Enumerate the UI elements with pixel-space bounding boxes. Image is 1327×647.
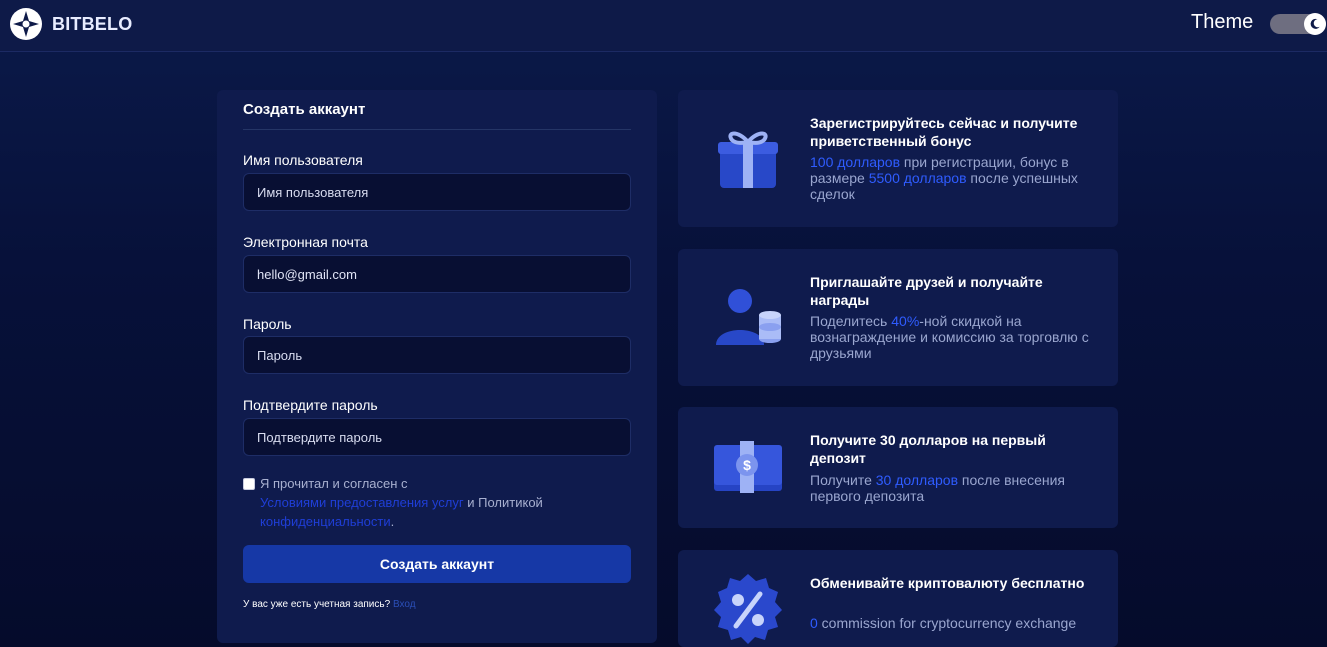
benefit-description: Поделитесь 40%-ной скидкой на вознагражд… — [810, 313, 1090, 361]
password-input[interactable] — [243, 336, 631, 374]
confirm-password-label: Подтвердите пароль — [243, 397, 378, 413]
theme-label: Theme — [1191, 11, 1254, 33]
signup-form: Создать аккаунт Имя пользователя Электро… — [217, 90, 657, 643]
terms-middle: и Политикой — [467, 495, 543, 510]
benefit-description: Получите 30 долларов после внесения перв… — [810, 472, 1090, 504]
benefit-card-free-exchange: Обменивайте криптовалюту бесплатно 0 com… — [678, 550, 1118, 647]
benefit-card-welcome-bonus: Зарегистрируйтесь сейчас и получите прив… — [678, 90, 1118, 227]
terms-of-service-link[interactable]: Условиями предоставления услуг — [260, 495, 464, 510]
money-stack-icon: $ — [714, 441, 782, 493]
user-coins-icon — [716, 289, 781, 345]
brand-name: BITBELO — [52, 13, 133, 34]
benefit-title: Приглашайте друзей и получайте награды — [810, 274, 1043, 308]
top-bar: BITBELO Theme — [0, 0, 1327, 52]
bitbelo-logo-icon — [10, 8, 42, 40]
highlight-text: 30 долларов — [875, 472, 959, 488]
benefit-description: 0 commission for cryptocurrency exchange — [810, 615, 1090, 631]
percent-badge-icon — [714, 574, 782, 644]
username-input[interactable] — [243, 173, 631, 211]
desc-text: commission for cryptocurrency exchange — [817, 615, 1077, 631]
create-account-button[interactable]: Создать аккаунт — [243, 545, 631, 583]
confirm-password-input[interactable] — [243, 418, 631, 456]
email-input[interactable] — [243, 255, 631, 293]
email-label: Электронная почта — [243, 234, 368, 250]
login-prompt: У вас уже есть учетная запись? Вход — [243, 599, 416, 610]
highlight-text: 5500 долларов — [868, 170, 967, 186]
benefit-title: Обменивайте криптовалюту бесплатно — [810, 575, 1085, 591]
theme-toggle[interactable] — [1270, 13, 1326, 35]
svg-text:$: $ — [743, 457, 751, 473]
benefit-card-referral: Приглашайте друзей и получайте награды П… — [678, 249, 1118, 386]
gift-icon — [718, 131, 778, 188]
desc-text: Поделитесь — [810, 313, 892, 329]
desc-text: Получите — [810, 472, 876, 488]
login-prompt-text: У вас уже есть учетная запись? — [243, 599, 391, 610]
form-divider — [243, 129, 631, 130]
highlight-text: 40% — [891, 313, 920, 329]
form-title: Создать аккаунт — [243, 101, 366, 118]
terms-text: Я прочитал и согласен с Условиями предос… — [243, 474, 603, 531]
login-link[interactable]: Вход — [393, 599, 416, 610]
username-label: Имя пользователя — [243, 152, 363, 168]
terms-agreement: Я прочитал и согласен с Условиями предос… — [243, 474, 603, 531]
brand-logo[interactable]: BITBELO — [9, 7, 132, 41]
benefit-title: Получите 30 долларов на первый депозит — [810, 432, 1046, 466]
privacy-policy-link[interactable]: конфиденциальности — [260, 514, 391, 529]
benefit-title: Зарегистрируйтесь сейчас и получите прив… — [810, 115, 1078, 149]
moon-icon — [1304, 13, 1326, 35]
benefit-description: 100 долларов при регистрации, бонус в ра… — [810, 154, 1090, 202]
highlight-text: 100 долларов — [810, 154, 901, 170]
benefit-card-deposit: $ Получите 30 долларов на первый депозит… — [678, 407, 1118, 528]
terms-suffix: . — [390, 514, 395, 529]
highlight-text: 0 — [810, 615, 818, 631]
password-label: Пароль — [243, 316, 292, 332]
terms-prefix: Я прочитал и согласен с — [260, 476, 408, 491]
terms-checkbox[interactable] — [243, 478, 255, 490]
